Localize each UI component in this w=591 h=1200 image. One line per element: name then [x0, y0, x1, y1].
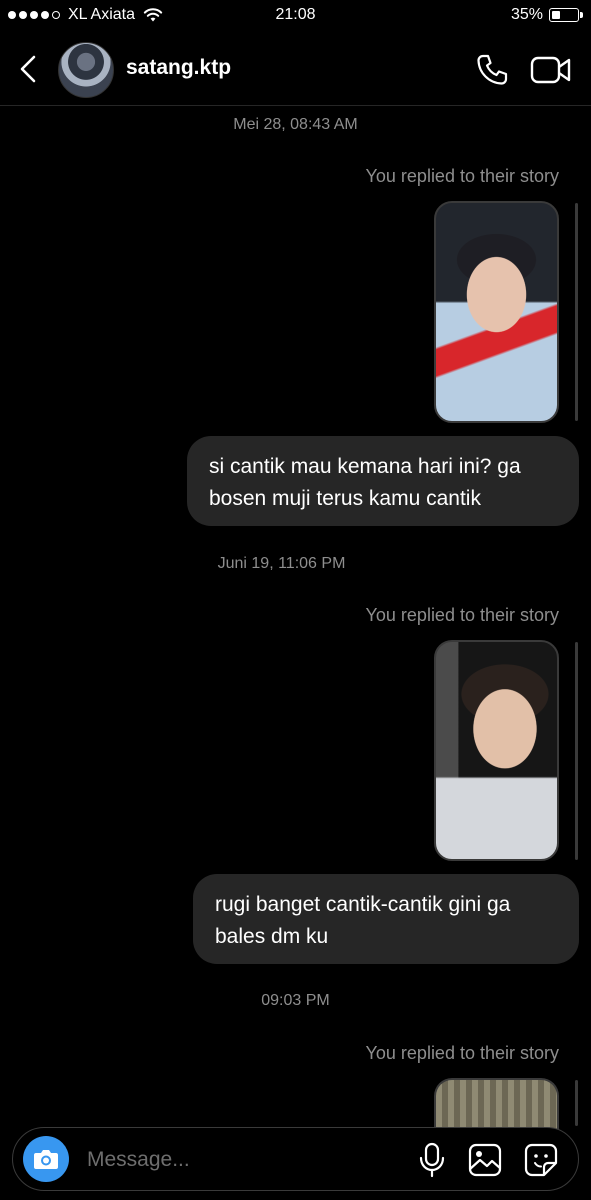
timestamp: 09:03 PM: [261, 992, 330, 1009]
timestamp: Mei 28, 08:43 AM: [233, 116, 358, 133]
reply-indicator-line: [575, 1080, 578, 1126]
phone-icon[interactable]: [474, 52, 510, 88]
message-bubble[interactable]: rugi banget cantik-cantik gini ga bales …: [193, 874, 579, 964]
reply-indicator-line: [575, 203, 578, 421]
chat-header: satang.ktp: [0, 32, 591, 106]
message-bubble[interactable]: si cantik mau kemana hari ini? ga bosen …: [187, 436, 579, 526]
reply-indicator-line: [575, 642, 578, 860]
status-time: 21:08: [275, 6, 316, 23]
camera-button[interactable]: [23, 1136, 69, 1182]
video-camera-icon[interactable]: [530, 54, 572, 86]
story-reply-note: You replied to their story: [365, 1043, 559, 1063]
timestamp: Juni 19, 11:06 PM: [217, 555, 346, 572]
status-right: 35%: [510, 6, 583, 24]
battery-percent: 35%: [510, 6, 543, 23]
avatar[interactable]: [58, 42, 114, 98]
message-composer: [12, 1127, 579, 1191]
battery-icon: [549, 8, 583, 22]
sticker-icon[interactable]: [523, 1142, 559, 1178]
message-input[interactable]: [87, 1144, 387, 1176]
status-bar: XL Axiata 21:08 35%: [0, 0, 591, 32]
story-reply-note: You replied to their story: [365, 605, 559, 625]
story-thumbnail[interactable]: [434, 640, 559, 861]
back-chevron-icon[interactable]: [14, 52, 44, 86]
gallery-icon[interactable]: [467, 1142, 503, 1178]
story-thumbnail[interactable]: [434, 201, 559, 423]
microphone-icon[interactable]: [417, 1142, 447, 1178]
camera-icon: [34, 1150, 58, 1169]
username[interactable]: satang.ktp: [126, 56, 231, 80]
story-reply-note: You replied to their story: [365, 166, 559, 186]
